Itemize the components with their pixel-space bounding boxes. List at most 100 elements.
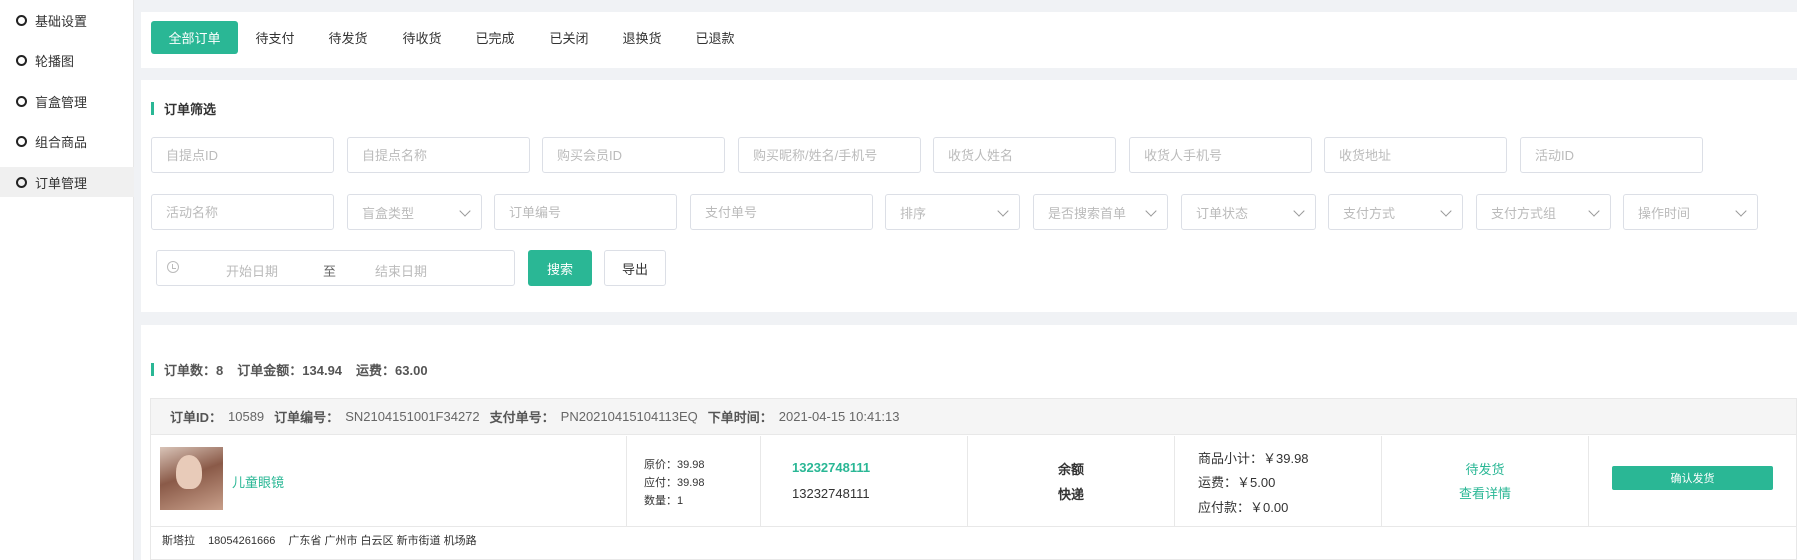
sidebar-item-label: 组合商品 <box>35 134 88 150</box>
start-date-placeholder[interactable]: 开始日期 <box>226 261 278 280</box>
chevron-down-icon <box>459 205 471 217</box>
order-id-label: 订单ID： <box>170 410 223 425</box>
amount-payable: 应付款：￥0.00 <box>1198 500 1289 515</box>
tab-refunded[interactable]: 已退款 <box>684 21 746 54</box>
payment-method: 余额 <box>1057 462 1084 477</box>
product-name[interactable]: 儿童眼镜 <box>232 472 284 491</box>
tab-all-orders[interactable]: 全部订单 <box>151 21 238 54</box>
activity-name-field[interactable] <box>151 194 334 230</box>
first-order-placeholder: 是否搜索首单 <box>1048 205 1127 221</box>
blind-box-type-select[interactable]: 盲盒类型 <box>347 194 482 230</box>
pickup-point-id-input[interactable] <box>166 138 333 172</box>
payment-no-field[interactable] <box>690 194 873 230</box>
activity-id-field[interactable] <box>1520 137 1703 173</box>
pickup-point-name-field[interactable] <box>347 137 530 173</box>
order-status-select[interactable]: 订单状态 <box>1181 194 1316 230</box>
buyer-member-id-input[interactable] <box>557 138 724 172</box>
search-button[interactable]: 搜索 <box>528 250 592 286</box>
activity-id-input[interactable] <box>1535 138 1702 172</box>
sidebar-item-bundle[interactable]: 组合商品 <box>0 126 134 156</box>
payment-cell: 余额 快递 <box>968 436 1175 527</box>
first-order-select[interactable]: 是否搜索首单 <box>1033 194 1168 230</box>
buyer-member-id-field[interactable] <box>542 137 725 173</box>
shipping-address-field[interactable] <box>1324 137 1507 173</box>
order-no-input[interactable] <box>509 195 676 229</box>
status-cell: 待发货 查看详情 <box>1382 436 1589 527</box>
sidebar-item-orders[interactable]: 订单管理 <box>0 167 134 197</box>
export-button[interactable]: 导出 <box>604 250 666 286</box>
recipient-phone-input[interactable] <box>1144 138 1311 172</box>
original-price: 原价：39.98 <box>644 459 705 471</box>
tab-return-exchange[interactable]: 退换货 <box>611 21 673 54</box>
product-cell: 儿童眼镜 <box>151 436 627 527</box>
recipient-phone-number: 18054261666 <box>208 535 276 547</box>
recipient-address: 广东省 广州市 白云区 新市街道 机场路 <box>288 535 477 547</box>
price-cell: 原价：39.98 应付：39.98 数量：1 <box>627 436 761 527</box>
confirm-shipment-button[interactable]: 确认发货 <box>1612 466 1773 490</box>
circle-icon <box>16 176 27 188</box>
end-date-placeholder[interactable]: 结束日期 <box>375 261 427 280</box>
payment-method-select[interactable]: 支付方式 <box>1328 194 1463 230</box>
shipping-address-input[interactable] <box>1339 138 1506 172</box>
pickup-point-name-input[interactable] <box>362 138 529 172</box>
product-thumbnail[interactable] <box>160 447 223 510</box>
circle-icon <box>16 14 27 26</box>
sidebar-item-basic-settings[interactable]: 基础设置 <box>0 5 134 35</box>
date-range-picker[interactable]: 开始日期 至 结束日期 <box>156 250 515 286</box>
recipient-name-field[interactable] <box>933 137 1116 173</box>
sidebar: 基础设置 轮播图 盲盒管理 组合商品 订单管理 <box>0 0 134 560</box>
tab-pending-shipment[interactable]: 待发货 <box>317 21 379 54</box>
circle-icon <box>16 95 27 107</box>
view-details-link[interactable]: 查看详情 <box>1382 483 1588 502</box>
sidebar-item-label: 基础设置 <box>35 13 88 29</box>
order-list-panel: 订单数：8 订单金额：134.94 运费：63.00 订单ID： 10589 订… <box>141 325 1797 560</box>
order-count: 订单数：8 <box>164 363 224 378</box>
activity-name-input[interactable] <box>166 195 333 229</box>
filter-section-title: 订单筛选 <box>151 99 216 118</box>
chevron-down-icon <box>1588 205 1600 217</box>
order-no-field[interactable] <box>494 194 677 230</box>
tab-pending-payment[interactable]: 待支付 <box>244 21 306 54</box>
sort-placeholder: 排序 <box>900 205 927 221</box>
tab-closed[interactable]: 已关闭 <box>538 21 600 54</box>
chevron-down-icon <box>1735 205 1747 217</box>
recipient-phone: 13232748111 <box>792 486 870 501</box>
order-header: 订单ID： 10589 订单编号： SN2104151001F34272 支付单… <box>151 399 1796 435</box>
payment-method-group-select[interactable]: 支付方式组 <box>1476 194 1611 230</box>
sort-select[interactable]: 排序 <box>885 194 1020 230</box>
order-no: SN2104151001F34272 <box>345 409 480 424</box>
goods-subtotal: 商品小计：￥39.98 <box>1198 451 1309 466</box>
payment-method-placeholder: 支付方式 <box>1343 205 1396 221</box>
chevron-down-icon <box>1440 205 1452 217</box>
order-summary: 订单数：8 订单金额：134.94 运费：63.00 <box>151 360 442 379</box>
delivery-method: 快递 <box>1057 487 1084 502</box>
recipient-name-input[interactable] <box>948 138 1115 172</box>
filter-title-text: 订单筛选 <box>164 102 217 117</box>
date-separator: 至 <box>323 264 337 279</box>
amount-cell: 商品小计：￥39.98 运费：￥5.00 应付款：￥0.00 <box>1175 436 1382 527</box>
sidebar-item-blind-box[interactable]: 盲盒管理 <box>0 86 134 116</box>
payment-no-input[interactable] <box>705 195 872 229</box>
tab-completed[interactable]: 已完成 <box>464 21 526 54</box>
chevron-down-icon <box>1145 205 1157 217</box>
payment-method-group-placeholder: 支付方式组 <box>1491 205 1557 221</box>
chevron-down-icon <box>997 205 1009 217</box>
operation-time-select[interactable]: 操作时间 <box>1623 194 1758 230</box>
sidebar-item-carousel[interactable]: 轮播图 <box>0 45 134 75</box>
sidebar-item-label: 盲盒管理 <box>35 94 88 110</box>
circle-icon <box>16 135 27 147</box>
order-freight-fee: 运费：￥5.00 <box>1198 475 1276 490</box>
recipient-phone-field[interactable] <box>1129 137 1312 173</box>
tab-pending-receipt[interactable]: 待收货 <box>391 21 453 54</box>
order-freight: 运费：63.00 <box>356 363 428 378</box>
order-status: 待发货 <box>1465 462 1505 477</box>
recipient-name: 斯塔拉 <box>162 535 195 547</box>
accent-bar <box>151 102 154 115</box>
order-amount: 订单金额：134.94 <box>237 363 343 378</box>
buyer-name-phone-input[interactable] <box>753 138 920 172</box>
order-no-label: 订单编号： <box>274 410 340 425</box>
buyer-phone-link[interactable]: 13232748111 <box>792 460 870 475</box>
buyer-name-phone-field[interactable] <box>738 137 921 173</box>
sidebar-item-label: 轮播图 <box>35 53 75 69</box>
pickup-point-id-field[interactable] <box>151 137 334 173</box>
